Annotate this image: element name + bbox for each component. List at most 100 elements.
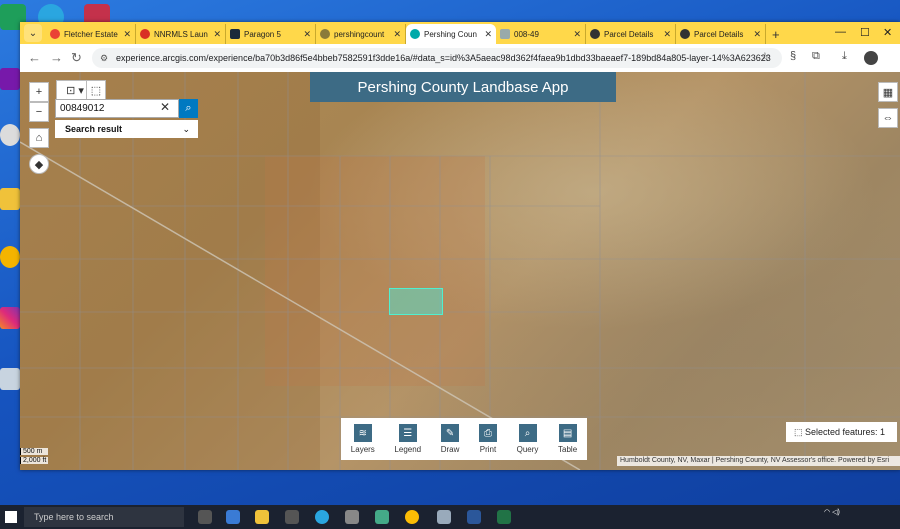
site-info-icon[interactable]: ⚙	[100, 48, 108, 68]
compass-icon[interactable]: ◆	[29, 154, 49, 174]
paragon-icon	[230, 29, 240, 39]
select-features-icon: ⬚	[794, 427, 806, 437]
widget-toolbar: ≋ Layers ☰ Legend ✎ Draw ⎙ Print ⌕ Query ▤ Tab…	[341, 418, 587, 460]
forward-button[interactable]: →	[50, 50, 63, 65]
tab-title: Pershing Coun	[424, 29, 477, 39]
address-bar[interactable]: ⚙ experience.arcgis.com/experience/ba70b…	[92, 48, 782, 68]
select-tool-button[interactable]: ⬚	[86, 80, 106, 100]
excel-icon[interactable]	[497, 510, 511, 524]
app-icon[interactable]	[375, 510, 389, 524]
document-icon	[500, 29, 510, 39]
print-icon: ⎙	[479, 424, 498, 442]
nnrmls-icon	[140, 29, 150, 39]
download-icon[interactable]: ⤓	[842, 50, 847, 63]
browser-toolbar: ← → ↻ ⚙ experience.arcgis.com/experience…	[20, 44, 900, 73]
wifi-icon: ◠	[824, 509, 831, 516]
taskbar-search[interactable]: Type here to search	[24, 507, 184, 527]
tab-title: NNRMLS Laun	[154, 29, 208, 39]
zoom-out-button[interactable]: −	[29, 102, 49, 122]
close-icon[interactable]: ✕	[303, 29, 311, 40]
recycle-bin-icon[interactable]	[0, 368, 20, 390]
store-icon[interactable]	[285, 510, 299, 524]
tab-6[interactable]: Parcel Details ✕	[586, 24, 676, 44]
search-result-label: Search result	[65, 124, 123, 134]
basemap-gallery-button[interactable]: ▦	[878, 82, 898, 102]
minimize-button[interactable]: —	[835, 26, 846, 38]
tab-search-button[interactable]: ⌄	[24, 24, 42, 42]
arcgis-icon	[410, 29, 420, 39]
selected-parcel[interactable]	[389, 288, 443, 315]
volume-icon: ◁)	[832, 509, 840, 516]
close-icon[interactable]: ✕	[123, 29, 131, 40]
tab-5[interactable]: 008-49 ✕	[496, 24, 586, 44]
print-button[interactable]: ⎙ Print	[479, 424, 498, 454]
maximize-button[interactable]: ☐	[860, 26, 870, 39]
clear-search-button[interactable]: ✕	[160, 100, 170, 114]
tab-title: pershingcount	[334, 29, 385, 39]
new-tab-button[interactable]: +	[772, 27, 780, 42]
copilot-icon[interactable]	[226, 510, 240, 524]
table-button[interactable]: ▤ Table	[558, 424, 577, 454]
tab-7[interactable]: Parcel Details ✕	[676, 24, 766, 44]
close-icon[interactable]: ✕	[393, 29, 401, 40]
app-icon[interactable]	[345, 510, 359, 524]
close-window-button[interactable]: ✕	[883, 26, 892, 39]
word-icon[interactable]	[467, 510, 481, 524]
extension-icon[interactable]: §	[790, 50, 796, 62]
query-button[interactable]: ⌕ Query	[517, 424, 538, 454]
tab-2[interactable]: Paragon 5 ✕	[226, 24, 316, 44]
tab-4[interactable]: Pershing Coun ✕	[406, 24, 496, 44]
system-tray[interactable]: ◠ ◁)	[824, 509, 840, 517]
legend-button[interactable]: ☰ Legend	[394, 424, 421, 454]
tab-0[interactable]: Fletcher Estate ✕	[46, 24, 136, 44]
layers-icon: ≋	[353, 424, 372, 442]
selected-features-button[interactable]: ⬚ Selected features: 1	[786, 422, 897, 442]
tool-label: Draw	[440, 445, 460, 454]
extensions-puzzle-icon[interactable]: ⧉	[812, 50, 820, 63]
app-title: Pershing County Landbase App	[310, 72, 616, 102]
map-view[interactable]: Pershing County Landbase App + − ⌂ ◆ ⊡ ▾…	[20, 72, 900, 470]
file-explorer-icon[interactable]	[255, 510, 269, 524]
tab-3[interactable]: pershingcount ✕	[316, 24, 406, 44]
search-button[interactable]: ⌕	[179, 99, 198, 118]
map-attribution: Humboldt County, NV, Maxar | Pershing Co…	[617, 456, 900, 466]
task-view-icon[interactable]	[198, 510, 212, 524]
home-button[interactable]: ⌂	[29, 128, 49, 148]
draw-icon: ✎	[441, 424, 460, 442]
tab-1[interactable]: NNRMLS Laun ✕	[136, 24, 226, 44]
desktop-icon-2[interactable]	[0, 246, 20, 268]
close-icon[interactable]: ✕	[484, 29, 492, 40]
county-seal-icon	[320, 29, 330, 39]
draw-button[interactable]: ✎ Draw	[440, 424, 460, 454]
site-icon	[590, 29, 600, 39]
bookmark-star-icon[interactable]: ☆	[760, 50, 770, 63]
close-icon[interactable]: ✕	[213, 29, 221, 40]
browser-window: ⌄ Fletcher Estate ✕ NNRMLS Laun ✕ Paragon …	[20, 22, 900, 470]
query-icon: ⌕	[518, 424, 537, 442]
url-text: experience.arcgis.com/experience/ba70b3d…	[116, 53, 771, 63]
scale-imperial: 2,000 ft	[20, 457, 49, 464]
chrome-icon[interactable]	[405, 510, 419, 524]
close-icon[interactable]: ✕	[663, 29, 671, 40]
search-result-panel[interactable]: Search result ⌄	[55, 120, 198, 138]
search-value: 00849012	[60, 103, 105, 114]
app-icon[interactable]	[437, 510, 451, 524]
windows-start-icon[interactable]	[5, 511, 17, 523]
reload-button[interactable]: ↻	[71, 50, 82, 66]
edge-icon[interactable]	[315, 510, 329, 524]
close-icon[interactable]: ✕	[753, 29, 761, 40]
back-button[interactable]: ←	[28, 50, 41, 65]
taskbar: Type here to search ◠ ◁)	[0, 505, 900, 529]
instagram-icon[interactable]	[0, 307, 20, 329]
desktop-icon-onenote[interactable]	[0, 68, 20, 90]
zoom-in-button[interactable]: +	[29, 82, 49, 102]
tab-bar: ⌄ Fletcher Estate ✕ NNRMLS Laun ✕ Paragon …	[20, 22, 900, 44]
profile-avatar[interactable]	[864, 51, 878, 65]
close-icon[interactable]: ✕	[573, 29, 581, 40]
scale-bar: 500 m 2,000 ft	[20, 448, 49, 466]
desktop-icon-folder[interactable]	[0, 188, 20, 210]
layers-button[interactable]: ≋ Layers	[351, 424, 375, 454]
desktop-icon-1[interactable]	[0, 124, 20, 146]
tab-title: Parcel Details	[694, 29, 744, 39]
measure-button[interactable]: ⇔	[878, 108, 898, 128]
